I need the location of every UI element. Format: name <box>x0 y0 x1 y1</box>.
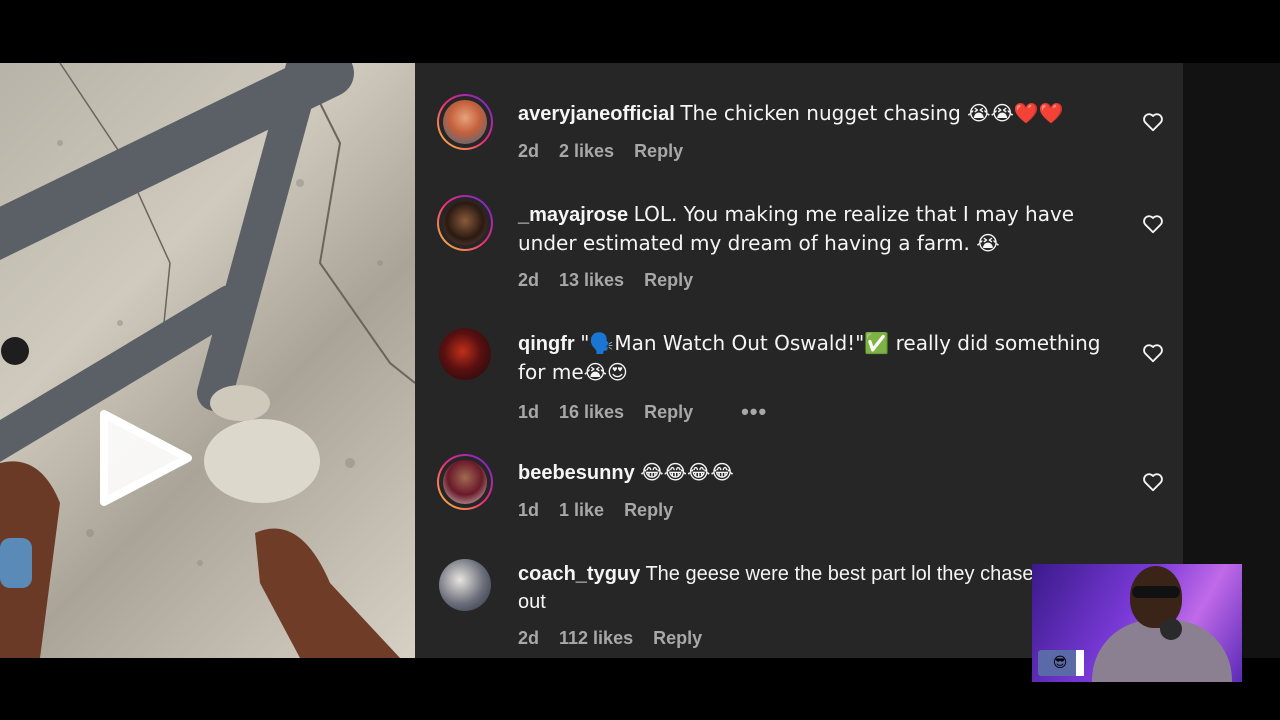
comment-likes[interactable]: 2 likes <box>559 141 614 162</box>
comment-time: 2d <box>518 141 540 161</box>
reply-button[interactable]: Reply <box>644 402 693 423</box>
like-heart-icon[interactable] <box>1142 213 1164 235</box>
comment-time: 2d <box>518 628 540 648</box>
avatar[interactable] <box>437 326 493 382</box>
comment-text: "🗣️Man Watch Out Oswald!"✅ really did so… <box>518 331 1101 384</box>
avatar[interactable] <box>437 195 493 251</box>
microphone-icon <box>1160 618 1182 640</box>
comment-text: 😂😂😂😂 <box>640 460 734 484</box>
comment-likes[interactable]: 112 likes <box>559 628 633 649</box>
overlay-bar <box>1076 650 1084 676</box>
comment-username[interactable]: qingfr <box>518 333 575 355</box>
more-options-icon[interactable]: ••• <box>741 399 767 425</box>
like-heart-icon[interactable] <box>1142 111 1164 133</box>
comment-username[interactable]: _mayajrose <box>518 204 628 226</box>
play-icon[interactable] <box>98 408 194 508</box>
reply-button[interactable]: Reply <box>644 270 693 291</box>
comment-text: The chicken nugget chasing 😭😭❤️❤️ <box>680 101 1064 125</box>
reply-button[interactable]: Reply <box>653 628 702 649</box>
comment-username[interactable]: coach_tyguy <box>518 563 640 585</box>
reply-button[interactable]: Reply <box>634 141 683 162</box>
video-frame <box>0 63 415 658</box>
reply-button[interactable]: Reply <box>624 500 673 521</box>
comment-time: 1d <box>518 500 540 520</box>
like-heart-icon[interactable] <box>1142 342 1164 364</box>
comment-time: 2d <box>518 270 540 290</box>
like-heart-icon[interactable] <box>1142 471 1164 493</box>
comment-username[interactable]: beebesunny <box>518 462 635 484</box>
avatar[interactable] <box>437 557 493 613</box>
comment-likes[interactable]: 13 likes <box>559 270 624 291</box>
sunglasses <box>1132 586 1180 598</box>
video-player[interactable] <box>0 63 415 658</box>
comment-likes[interactable]: 16 likes <box>559 402 624 423</box>
avatar[interactable] <box>437 454 493 510</box>
comment-time: 1d <box>518 401 540 422</box>
comment-username[interactable]: averyjaneofficial <box>518 103 675 125</box>
webcam-overlay: 😎 <box>1032 564 1242 682</box>
comment-likes[interactable]: 1 like <box>559 500 604 521</box>
avatar[interactable] <box>437 94 493 150</box>
